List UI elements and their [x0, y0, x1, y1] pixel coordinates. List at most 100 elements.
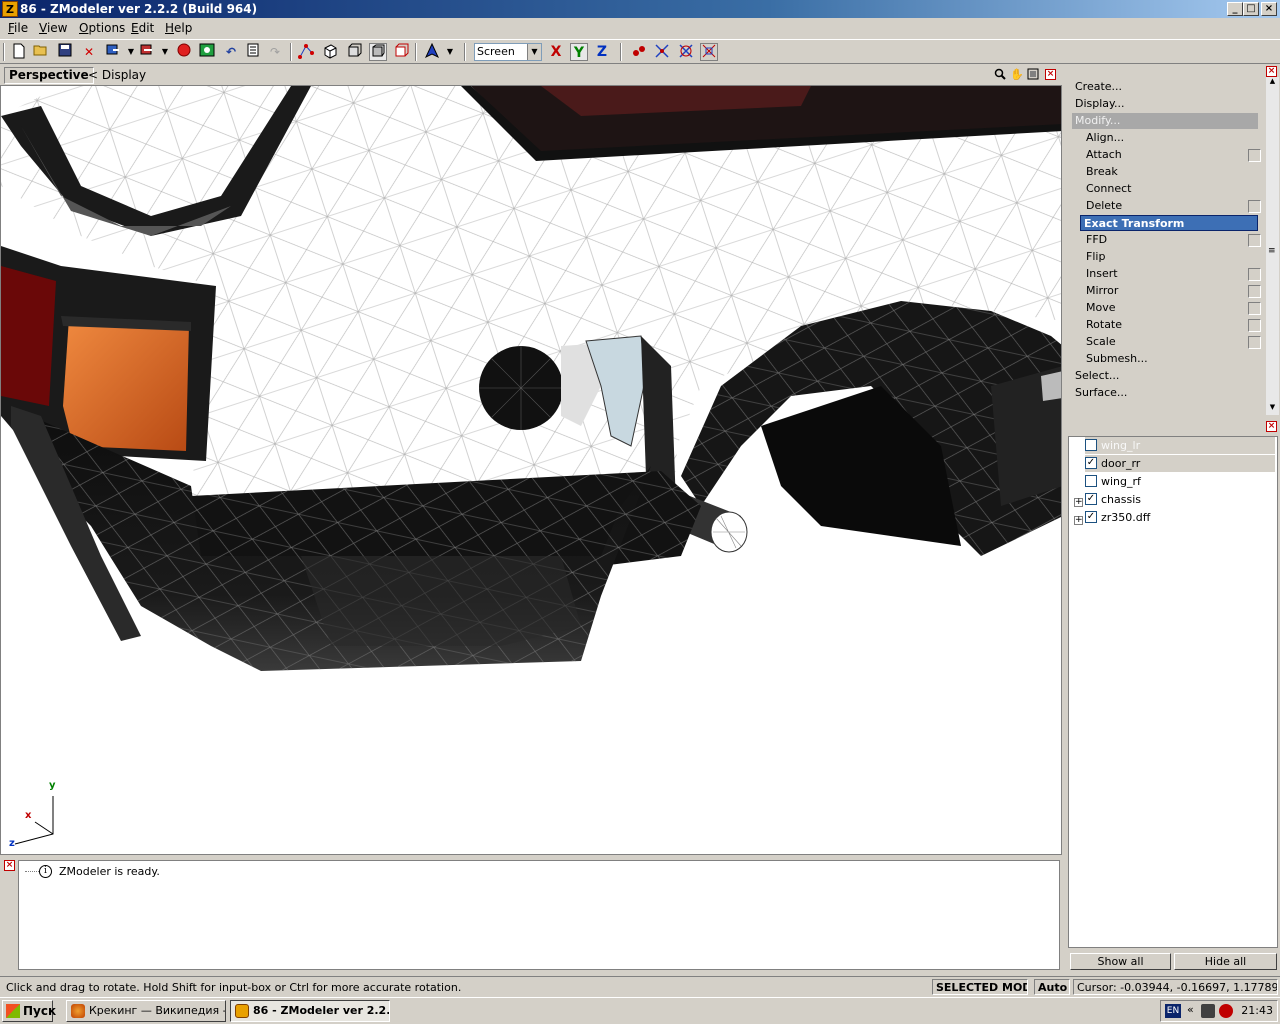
zoom-icon[interactable] — [993, 68, 1007, 82]
attach-option-checkbox[interactable] — [1248, 149, 1261, 162]
axis-x-toggle[interactable]: X — [547, 43, 565, 61]
command-break[interactable]: Break — [1086, 164, 1118, 180]
pivot-dropdown-chevron-down-icon[interactable]: ▼ — [441, 43, 459, 61]
menu-options[interactable]: Options — [79, 21, 125, 35]
scale-option-checkbox[interactable] — [1248, 336, 1261, 349]
command-scale[interactable]: Scale — [1086, 334, 1116, 350]
visibility-checkbox[interactable] — [1085, 475, 1097, 487]
expand-zr350-icon[interactable]: + — [1074, 516, 1083, 525]
pivot-icon[interactable] — [423, 42, 441, 61]
insert-option-checkbox[interactable] — [1248, 268, 1261, 281]
hide-all-button[interactable]: Hide all — [1174, 953, 1277, 970]
hierarchy-panel-close-icon[interactable]: × — [1266, 421, 1277, 432]
pan-hand-icon[interactable]: ✋ — [1010, 68, 1024, 82]
visibility-checkbox[interactable]: ✓ — [1085, 493, 1097, 505]
select-tool-icon[interactable] — [630, 43, 648, 61]
tray-expand-icon[interactable]: « — [1187, 1003, 1194, 1016]
minimize-button[interactable]: _ — [1227, 2, 1243, 16]
antivirus-icon[interactable] — [1219, 1004, 1233, 1018]
visibility-checkbox[interactable]: ✓ — [1085, 511, 1097, 523]
material-editor-icon[interactable] — [198, 43, 216, 61]
hidden-mode-icon[interactable] — [392, 43, 410, 61]
move-option-checkbox[interactable] — [1248, 302, 1261, 315]
taskbar-item-zmodeler[interactable]: 86 - ZModeler ver 2.2.... — [230, 1000, 390, 1022]
menu-view[interactable]: View — [39, 21, 67, 35]
properties-icon[interactable] — [244, 43, 262, 61]
rotate-option-checkbox[interactable] — [1248, 319, 1261, 332]
menu-help[interactable]: Help — [165, 21, 192, 35]
command-modify[interactable]: Modify... — [1072, 113, 1258, 129]
command-align[interactable]: Align... — [1086, 130, 1124, 146]
command-submesh[interactable]: Submesh... — [1086, 351, 1148, 367]
scroll-up-icon[interactable]: ▲ — [1266, 77, 1279, 89]
command-delete[interactable]: Delete — [1086, 198, 1122, 214]
export-icon[interactable] — [138, 43, 156, 61]
command-flip[interactable]: Flip — [1086, 249, 1105, 265]
scale-tool-icon[interactable] — [700, 43, 718, 61]
coordinate-system-select[interactable]: Screen ▼ — [474, 43, 542, 61]
selection-mode-indicator[interactable]: SELECTED MODE — [932, 979, 1028, 995]
zmodeler-app-icon[interactable]: Z — [2, 1, 18, 17]
open-folder-icon[interactable] — [32, 43, 50, 61]
close-button[interactable]: × — [1261, 2, 1277, 16]
command-display[interactable]: Display... — [1075, 96, 1124, 112]
menu-edit[interactable]: Edit — [131, 21, 154, 35]
mirror-option-checkbox[interactable] — [1248, 285, 1261, 298]
new-file-icon[interactable] — [10, 43, 28, 61]
auto-indicator[interactable]: Auto — [1034, 979, 1070, 995]
redo-icon[interactable]: ↷ — [266, 43, 284, 61]
delete-option-checkbox[interactable] — [1248, 200, 1261, 213]
command-surface[interactable]: Surface... — [1075, 385, 1127, 401]
face-mode-icon[interactable] — [321, 43, 339, 61]
restore-button[interactable]: □ — [1243, 2, 1259, 16]
undo-icon[interactable]: ↶ — [222, 43, 240, 61]
axis-z-toggle[interactable]: Z — [593, 43, 611, 61]
tree-node-door-rr[interactable]: ✓ door_rr — [1085, 455, 1275, 472]
3d-viewport[interactable]: y x z — [0, 85, 1062, 855]
command-panel-close-icon[interactable]: × — [1266, 66, 1277, 77]
axis-y-toggle[interactable]: Y — [570, 43, 588, 61]
taskbar-item-browser[interactable]: Крекинг — Википедия -... — [66, 1000, 226, 1022]
mesh-mode-icon[interactable] — [369, 43, 387, 61]
ffd-option-checkbox[interactable] — [1248, 234, 1261, 247]
command-ffd[interactable]: FFD — [1086, 232, 1107, 248]
log-output[interactable]: i ZModeler is ready. — [18, 860, 1060, 970]
tree-node-zr350-dff[interactable]: ✓ zr350.dff — [1085, 509, 1275, 526]
log-panel-close-icon[interactable]: × — [4, 860, 15, 871]
delete-icon[interactable]: ✕ — [80, 43, 98, 61]
command-rotate[interactable]: Rotate — [1086, 317, 1122, 333]
scroll-grip-icon[interactable]: ≡ — [1268, 247, 1277, 256]
import-icon[interactable] — [104, 43, 122, 61]
command-insert[interactable]: Insert — [1086, 266, 1118, 282]
network-icon[interactable] — [1201, 1004, 1215, 1018]
start-button[interactable]: Пуск — [2, 1000, 56, 1022]
tree-node-chassis[interactable]: ✓ chassis — [1085, 491, 1275, 508]
record-icon[interactable] — [175, 43, 193, 61]
rotate-tool-icon[interactable] — [677, 43, 695, 61]
chevron-down-icon[interactable]: ▼ — [527, 44, 541, 60]
command-connect[interactable]: Connect — [1086, 181, 1131, 197]
show-all-button[interactable]: Show all — [1070, 953, 1171, 970]
expand-chassis-icon[interactable]: + — [1074, 498, 1083, 507]
menu-file[interactable]: File — [8, 21, 28, 35]
object-mode-icon[interactable] — [345, 43, 363, 61]
command-panel-scrollbar[interactable]: ▲ ≡ ▼ — [1266, 77, 1279, 415]
command-select[interactable]: Select... — [1075, 368, 1119, 384]
command-create[interactable]: Create... — [1075, 79, 1122, 95]
command-mirror[interactable]: Mirror — [1086, 283, 1118, 299]
command-attach[interactable]: Attach — [1086, 147, 1122, 163]
vertex-mode-icon[interactable] — [297, 43, 315, 61]
tree-node-wing-rf[interactable]: wing_rf — [1085, 473, 1275, 490]
tree-node-wing-lr[interactable]: wing_lr — [1085, 437, 1275, 454]
viewport-close-icon[interactable]: × — [1045, 69, 1056, 80]
command-exact-transform[interactable]: Exact Transform — [1080, 215, 1258, 231]
language-indicator[interactable]: EN — [1165, 1004, 1181, 1018]
viewport-title[interactable]: Perspective — [4, 67, 94, 84]
visibility-checkbox[interactable] — [1085, 439, 1097, 451]
scroll-down-icon[interactable]: ▼ — [1266, 403, 1279, 415]
display-toggle[interactable]: < Display — [88, 68, 146, 82]
maximize-viewport-icon[interactable] — [1026, 68, 1040, 82]
save-icon[interactable] — [56, 43, 74, 61]
object-tree[interactable]: wing_lr ✓ door_rr wing_rf + ✓ chassis + … — [1068, 436, 1278, 948]
move-tool-icon[interactable] — [653, 43, 671, 61]
